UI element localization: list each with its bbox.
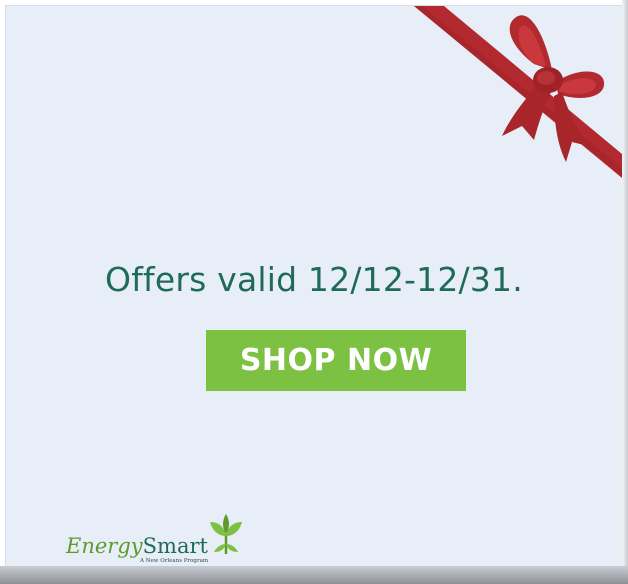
shop-now-button[interactable]: SHOP NOW bbox=[206, 330, 466, 391]
ribbon-bow-icon bbox=[414, 6, 622, 178]
offer-headline: Offers valid 12/12-12/31. bbox=[105, 260, 523, 299]
logo-tagline: A New Orleans Program bbox=[140, 558, 209, 564]
leaf-sprout-icon bbox=[210, 514, 242, 554]
logo-smart-text: Smart bbox=[142, 534, 208, 558]
logo-wordmark: EnergySmart bbox=[66, 534, 208, 558]
logo-energy-text: Energy bbox=[66, 534, 143, 558]
promo-card: Offers valid 12/12-12/31. SHOP NOW Energ… bbox=[6, 6, 622, 572]
ad-frame: Offers valid 12/12-12/31. SHOP NOW Energ… bbox=[0, 0, 628, 584]
energysmart-logo[interactable]: EnergySmart A New Orleans Program bbox=[66, 512, 246, 564]
right-edge-shadow bbox=[622, 0, 628, 584]
bottom-edge-shadow bbox=[0, 566, 628, 584]
